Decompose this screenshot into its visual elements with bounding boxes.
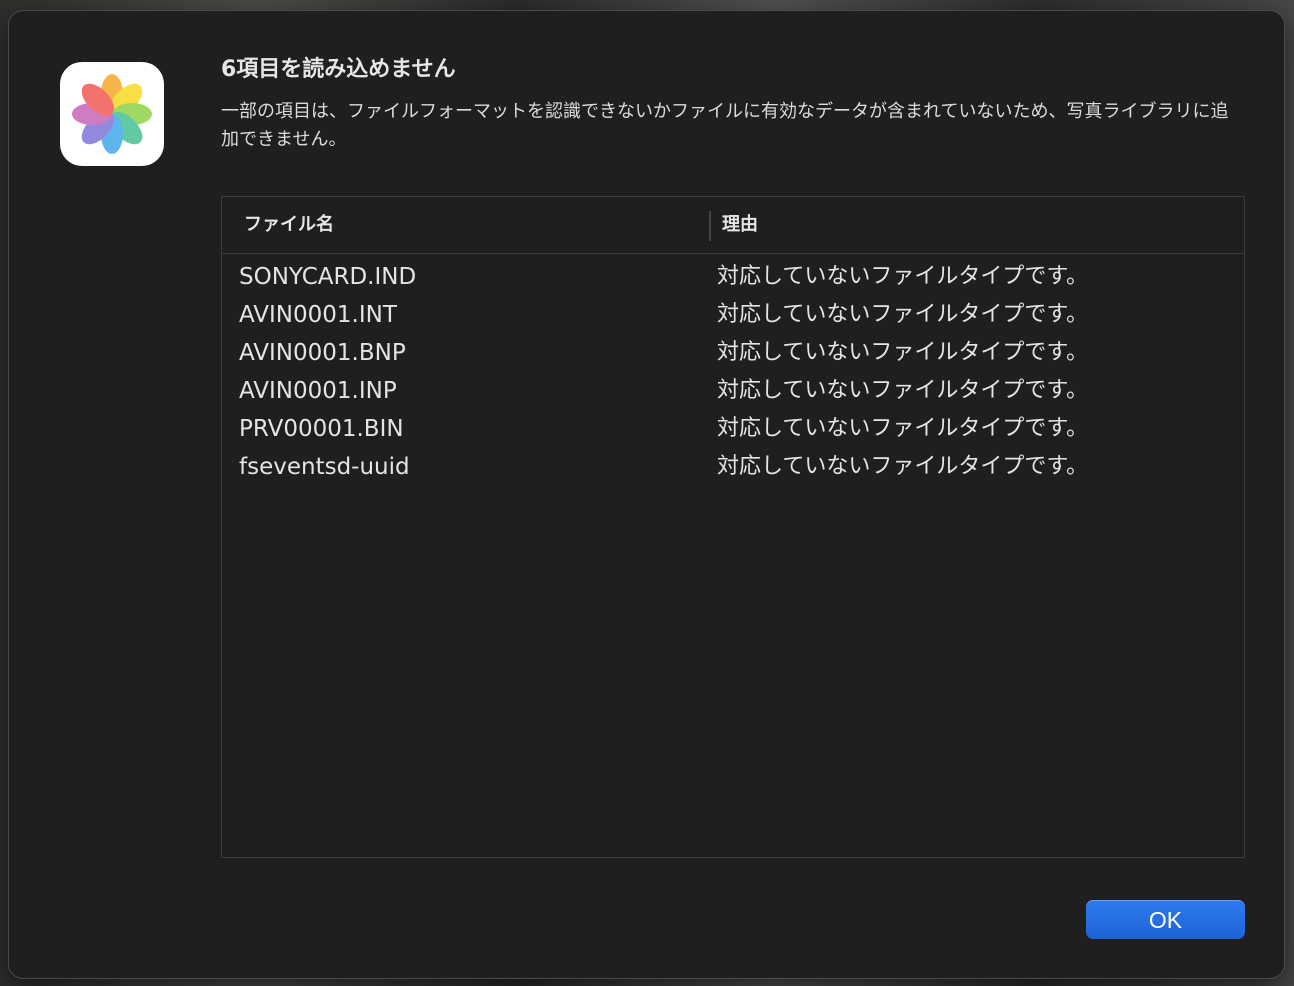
table-row[interactable]: SONYCARD.IND 対応していないファイルタイプです。 (222, 258, 1244, 296)
error-file-table[interactable]: ファイル名 理由 SONYCARD.IND 対応していないファイルタイプです。 … (221, 196, 1245, 858)
table-body: SONYCARD.IND 対応していないファイルタイプです。 AVIN0001.… (222, 254, 1244, 486)
file-name-cell: AVIN0001.BNP (239, 340, 406, 366)
reason-cell: 対応していないファイルタイプです。 (717, 264, 1089, 289)
table-row[interactable]: PRV00001.BIN 対応していないファイルタイプです。 (222, 410, 1244, 448)
column-divider[interactable] (709, 211, 711, 241)
file-name-cell: fseventsd-uuid (239, 454, 410, 480)
dialog-message: 一部の項目は、ファイルフォーマットを認識できないかファイルに有効なデータが含まれ… (221, 101, 1229, 150)
file-name-cell: AVIN0001.INT (239, 302, 397, 328)
table-row[interactable]: AVIN0001.INT 対応していないファイルタイプです。 (222, 296, 1244, 334)
file-name-cell: PRV00001.BIN (239, 416, 404, 442)
table-row[interactable]: fseventsd-uuid 対応していないファイルタイプです。 (222, 448, 1244, 486)
reason-cell: 対応していないファイルタイプです。 (717, 340, 1089, 365)
photos-app-icon (60, 62, 164, 166)
ok-button[interactable]: OK (1086, 900, 1245, 939)
reason-cell: 対応していないファイルタイプです。 (717, 416, 1089, 441)
column-header-file-name[interactable]: ファイル名 (244, 197, 334, 253)
photos-flower-icon (72, 74, 152, 154)
table-row[interactable]: AVIN0001.INP 対応していないファイルタイプです。 (222, 372, 1244, 410)
reason-cell: 対応していないファイルタイプです。 (717, 454, 1089, 479)
column-header-reason[interactable]: 理由 (722, 197, 758, 253)
reason-cell: 対応していないファイルタイプです。 (717, 378, 1089, 403)
file-name-cell: SONYCARD.IND (239, 264, 417, 290)
file-name-cell: AVIN0001.INP (239, 378, 397, 404)
table-header: ファイル名 理由 (222, 197, 1244, 254)
dialog-title: 6項目を読み込めません (221, 57, 456, 82)
table-row[interactable]: AVIN0001.BNP 対応していないファイルタイプです。 (222, 334, 1244, 372)
reason-cell: 対応していないファイルタイプです。 (717, 302, 1089, 327)
import-error-dialog: 6項目を読み込めません 一部の項目は、ファイルフォーマットを認識できないかファイ… (9, 11, 1284, 978)
